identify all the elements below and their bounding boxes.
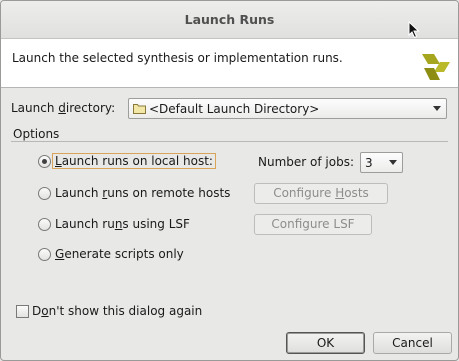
description-banner: Launch the selected synthesis or impleme… xyxy=(1,39,458,88)
mouse-cursor-icon xyxy=(408,21,420,39)
radio-launch-local-label[interactable]: Launch runs on local host: xyxy=(52,153,216,169)
radio-launch-lsf[interactable] xyxy=(38,218,51,231)
launch-directory-value: <Default Launch Directory> xyxy=(149,102,320,116)
radio-launch-local[interactable] xyxy=(38,155,51,168)
dialog-description: Launch the selected synthesis or impleme… xyxy=(12,51,343,65)
ok-button[interactable]: OK xyxy=(286,332,365,354)
radio-generate-scripts[interactable] xyxy=(38,248,51,261)
dialog-title: Launch Runs xyxy=(184,12,275,27)
number-of-jobs-value: 3 xyxy=(365,156,373,170)
number-of-jobs-label: Number of jobs: xyxy=(258,155,354,169)
launch-directory-label: Launch directory: xyxy=(11,101,116,115)
radio-launch-remote[interactable] xyxy=(38,187,51,200)
options-group-label: Options xyxy=(13,127,60,141)
configure-lsf-button[interactable]: Configure LSF xyxy=(254,214,372,235)
folder-icon xyxy=(133,104,146,114)
title-bar[interactable]: Launch Runs xyxy=(1,1,458,39)
dont-show-again-checkbox[interactable] xyxy=(16,305,29,318)
options-separator xyxy=(11,141,448,142)
configure-hosts-button[interactable]: Configure Hosts xyxy=(254,183,388,204)
radio-generate-scripts-label[interactable]: Generate scripts only xyxy=(55,247,184,261)
cancel-button[interactable]: Cancel xyxy=(373,332,452,354)
chevron-down-icon xyxy=(433,106,441,111)
radio-launch-lsf-label[interactable]: Launch runs using LSF xyxy=(55,217,190,231)
vivado-logo-icon xyxy=(422,54,450,80)
number-of-jobs-dropdown[interactable]: 3 xyxy=(360,152,403,173)
launch-directory-dropdown[interactable]: <Default Launch Directory> xyxy=(128,98,447,119)
chevron-down-icon xyxy=(389,160,397,165)
dont-show-again-label[interactable]: Don't show this dialog again xyxy=(32,304,202,318)
radio-launch-remote-label[interactable]: Launch runs on remote hosts xyxy=(55,186,230,200)
launch-runs-dialog: Launch Runs Launch the selected synthesi… xyxy=(0,0,459,361)
